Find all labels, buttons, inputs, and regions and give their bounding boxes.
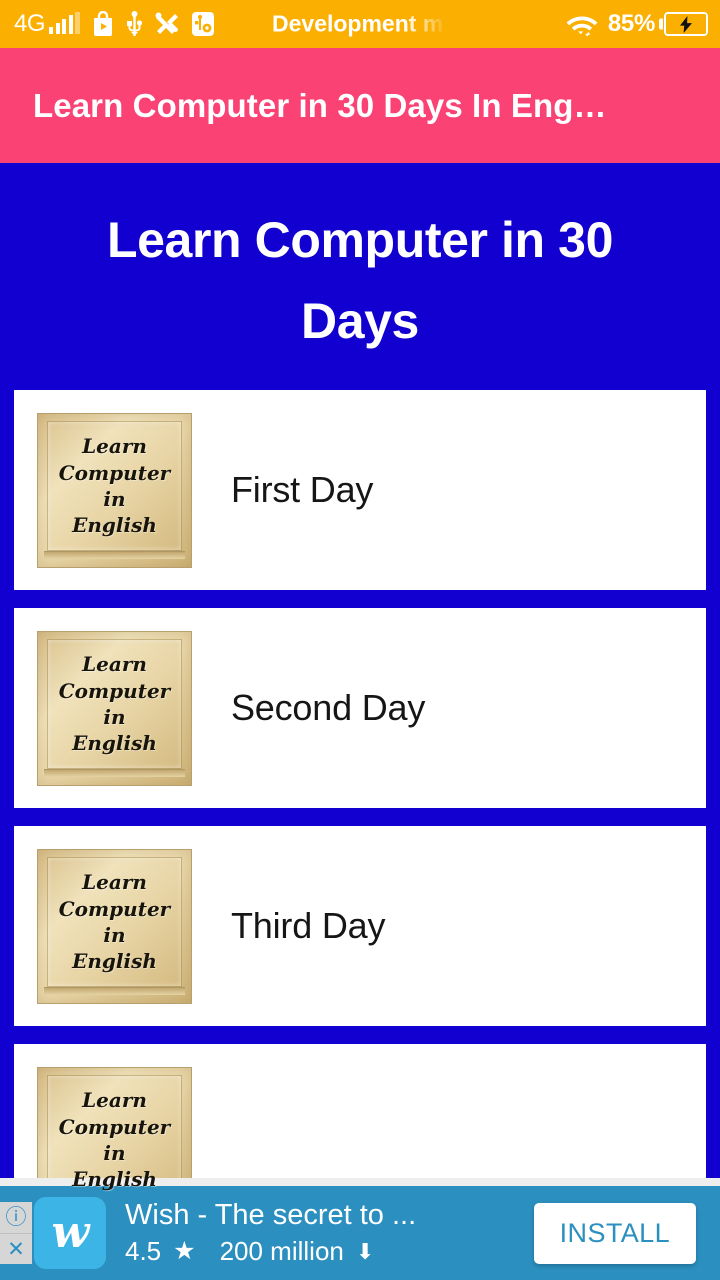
list-item[interactable]: Learn Computer in English Third Day — [14, 826, 706, 1026]
status-notification-title: Development m — [272, 10, 444, 37]
usb-icon — [126, 10, 143, 38]
ad-text-block: Wish - The secret to ... 4.5 ★ 200 milli… — [125, 1199, 534, 1267]
ad-badge-group: ⓘ ✕ — [0, 1202, 32, 1264]
ad-download-count: 200 million — [219, 1236, 344, 1266]
developer-tools-icon — [154, 11, 180, 37]
status-bar-right-icons: 85% — [565, 10, 708, 38]
list-item-label: Third Day — [231, 905, 386, 946]
network-indicator: 4G — [14, 10, 81, 37]
star-icon: ★ — [173, 1237, 196, 1265]
app-bar-title: Learn Computer in 30 Days In Eng… — [33, 86, 607, 124]
ad-banner[interactable]: ⓘ ✕ w Wish - The secret to ... 4.5 ★ 200… — [0, 1186, 720, 1280]
wish-logo-letter: w — [51, 1207, 90, 1258]
list-item[interactable]: Learn Computer in English Second Day — [14, 608, 706, 808]
thumbnail-caption: Learn Computer in English — [58, 434, 171, 538]
list-item-label: First Day — [231, 469, 374, 510]
ad-app-title: Wish - The secret to ... — [125, 1199, 417, 1231]
status-bar-left-icons: 4G — [14, 10, 215, 38]
play-store-icon — [91, 11, 115, 37]
day-list: Learn Computer in English First Day Lear… — [0, 390, 720, 1244]
usb-debugging-icon — [191, 11, 215, 37]
wifi-icon — [565, 11, 599, 37]
app-root: 4G Development m 85% Learn Computer in 3… — [0, 0, 720, 1280]
download-icon: ⬇ — [355, 1238, 375, 1264]
list-item[interactable]: Learn Computer in English First Day — [14, 390, 706, 590]
thumbnail-caption: Learn Computer in English — [58, 652, 171, 756]
course-thumbnail: Learn Computer in English — [37, 848, 192, 1004]
ad-rating-value: 4.5 — [125, 1236, 162, 1266]
ad-banner-container: ⓘ ✕ w Wish - The secret to ... 4.5 ★ 200… — [0, 1178, 720, 1280]
battery-charging-icon — [664, 12, 708, 36]
thumbnail-caption: Learn Computer in English — [58, 1088, 171, 1192]
ad-info-icon[interactable]: ⓘ — [0, 1202, 32, 1233]
wish-app-icon: w — [34, 1197, 106, 1269]
course-thumbnail: Learn Computer in English — [37, 412, 192, 568]
network-type-label: 4G — [14, 10, 46, 37]
thumbnail-caption: Learn Computer in English — [58, 870, 171, 974]
page-title: Learn Computer in 30 Days — [107, 212, 613, 349]
list-item-label: Second Day — [231, 687, 426, 728]
battery-percentage-label: 85% — [607, 10, 655, 37]
ad-close-icon[interactable]: ✕ — [0, 1233, 32, 1264]
status-bar: 4G Development m 85% — [0, 0, 720, 48]
course-thumbnail: Learn Computer in English — [37, 630, 192, 786]
install-button[interactable]: INSTALL — [533, 1202, 696, 1264]
app-bar: Learn Computer in 30 Days In Eng… — [0, 48, 720, 163]
main-content: Learn Computer in 30 Days Learn Computer… — [0, 163, 720, 1280]
ad-meta-row: 4.5 ★ 200 million ⬇ — [125, 1236, 534, 1267]
signal-bars-icon — [49, 12, 81, 36]
